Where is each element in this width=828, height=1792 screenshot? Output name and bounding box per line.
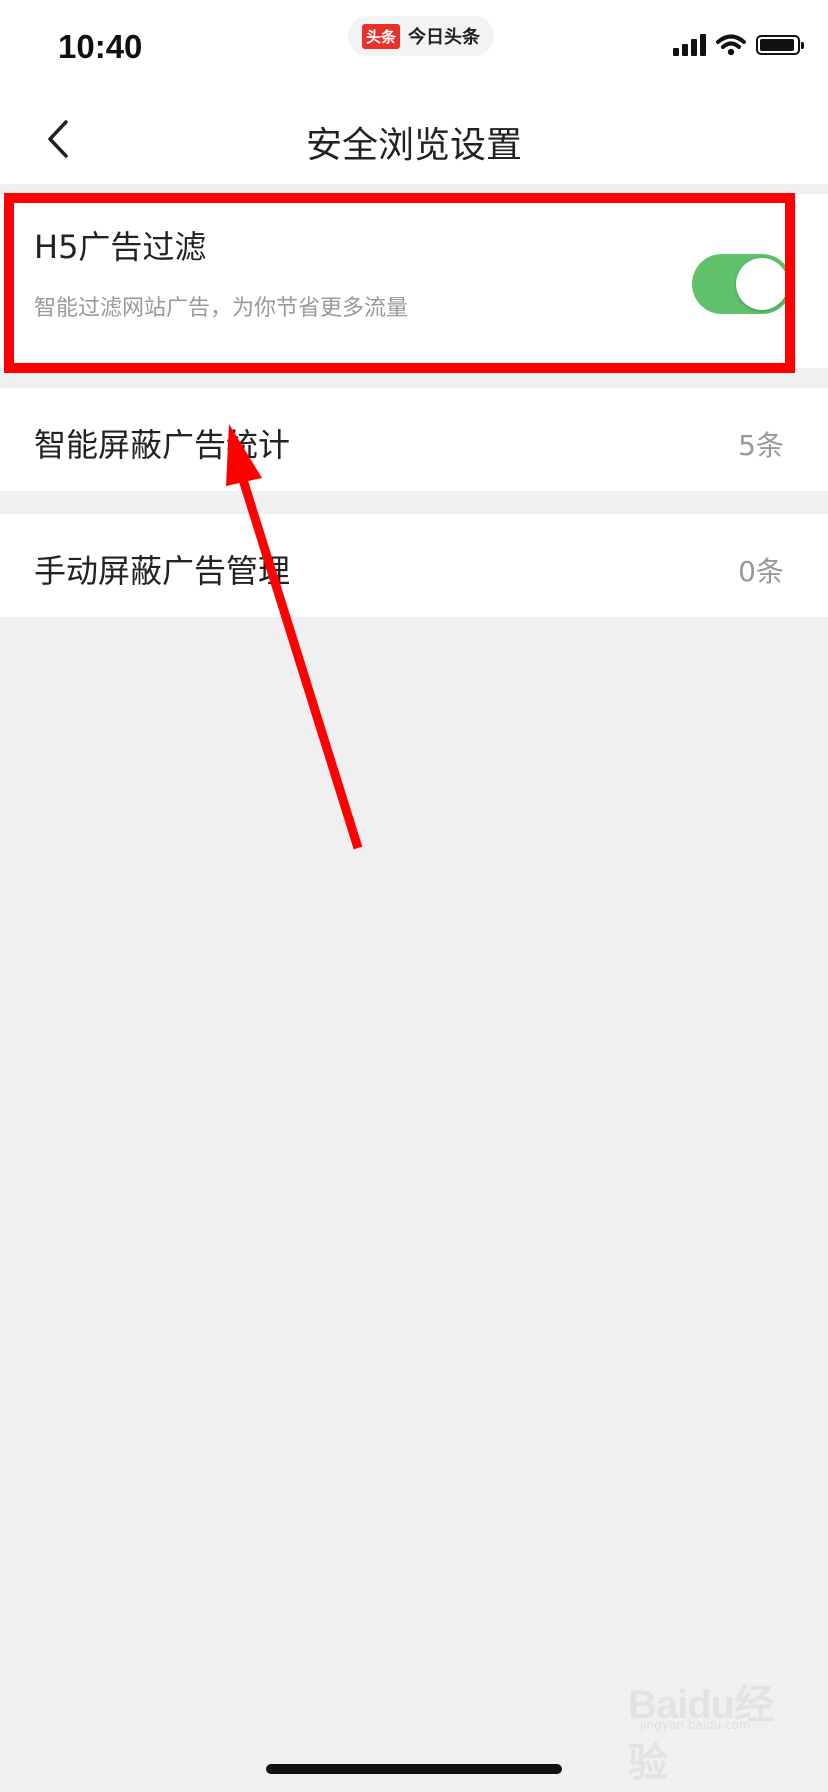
app-indicator-pill: 头条 今日头条 [348, 16, 495, 56]
row-manual-block-manage[interactable]: 手动屏蔽广告管理 0条 [0, 514, 828, 617]
battery-icon [756, 35, 804, 55]
row-count: 0条 [738, 555, 784, 588]
app-logo: 头条 [362, 23, 401, 49]
wifi-icon [716, 34, 746, 56]
nav-bar: 安全浏览设置 [0, 92, 828, 184]
home-indicator[interactable] [266, 1764, 562, 1774]
setting-h5-ad-filter: H5广告过滤 智能过滤网站广告，为你节省更多流量 [0, 194, 828, 368]
setting-title: H5广告过滤 [34, 228, 207, 266]
h5-ad-filter-toggle[interactable] [692, 254, 792, 314]
status-bar: 10:40 头条 今日头条 [0, 0, 828, 92]
watermark-subtext: jingyan.baidu.com [640, 1718, 751, 1732]
status-time: 10:40 [58, 28, 143, 65]
toggle-knob [736, 258, 788, 310]
cellular-signal-icon [673, 34, 706, 56]
baidu-watermark: Baidu经验 jingyan.baidu.com [628, 1650, 798, 1785]
setting-subtitle: 智能过滤网站广告，为你节省更多流量 [34, 296, 409, 321]
status-icons [673, 34, 804, 56]
page-title: 安全浏览设置 [305, 125, 522, 166]
app-name: 今日头条 [408, 27, 481, 48]
row-title: 智能屏蔽广告统计 [34, 426, 291, 464]
row-count: 5条 [738, 429, 784, 462]
row-title: 手动屏蔽广告管理 [34, 552, 291, 590]
row-smart-block-stats[interactable]: 智能屏蔽广告统计 5条 [0, 388, 828, 491]
